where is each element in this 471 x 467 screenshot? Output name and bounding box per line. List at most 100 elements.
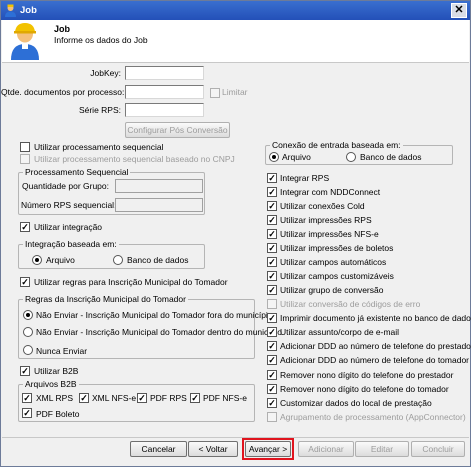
proc-sequencial-checkbox[interactable] [20,142,30,152]
user-icon [5,4,16,17]
regra-dentro-municipio-radio[interactable] [23,327,33,337]
numero-rps-sequencial-input[interactable] [115,198,203,212]
wizard-header: Job Informe os dados do Job [2,20,469,63]
ddd-prestador-checkbox[interactable]: ✓ [267,341,277,351]
impressoes-boletos-label: Utilizar impressões de boletos [280,243,394,253]
serie-rps-input[interactable] [125,103,204,117]
conexoes-cold-checkbox[interactable]: ✓ [267,201,277,211]
proc-sequencial-cnpj-checkbox[interactable] [20,154,30,164]
job-window: Job ✕ Job Informe os dados do Job JobKey… [0,0,471,467]
close-button[interactable]: ✕ [451,3,467,18]
local-prestacao-label: Customizar dados do local de prestação [280,398,432,408]
impressoes-rps-label: Utilizar impressões RPS [280,215,372,225]
jobkey-input[interactable] [125,66,204,80]
header-title: Job [54,24,71,34]
campos-customizaveis-checkbox[interactable]: ✓ [267,271,277,281]
regras-inscricao-checkbox[interactable]: ✓ [20,277,30,287]
integracao-banco-label: Banco de dados [127,255,189,265]
integrar-nddconnect-checkbox[interactable]: ✓ [267,187,277,197]
conexao-banco-radio[interactable] [346,152,356,162]
pdf-rps-checkbox[interactable]: ✓ [137,393,147,403]
pdf-rps-label: PDF RPS [150,393,187,403]
agrupamento-appconnector-label: Agrupamento de processamento (AppConnect… [280,412,466,422]
regra-fora-municipio-radio[interactable] [23,310,33,320]
imprimir-documento-existente-label: Imprimir documento já existente no banco… [280,313,471,323]
header-subtitle: Informe os dados do Job [54,35,148,45]
pdf-boleto-checkbox[interactable]: ✓ [22,408,32,418]
configurar-pos-conversao-button[interactable]: Configurar Pós Conversão [125,122,230,138]
proc-sequencial-cnpj-label: Utilizar processamento sequencial basead… [34,154,235,164]
ddd-prestador-label: Adicionar DDD ao número de telefone do p… [280,341,471,351]
conexao-entrada-caption: Conexão de entrada baseada em: [270,140,403,151]
nono-digito-prestador-checkbox[interactable]: ✓ [267,370,277,380]
impressoes-nfse-checkbox[interactable]: ✓ [267,229,277,239]
xml-nfse-label: XML NFS-e [92,393,137,403]
campos-automaticos-checkbox[interactable]: ✓ [267,257,277,267]
voltar-button[interactable]: < Voltar [188,441,238,457]
integracao-arquivo-label: Arquivo [46,255,75,265]
footer-separator [2,437,469,438]
integracao-baseada-caption: Integração baseada em: [23,239,119,250]
arquivos-b2b-caption: Arquivos B2B [23,379,79,390]
utilizar-b2b-label: Utilizar B2B [34,366,79,376]
conversao-codigos-erro-checkbox[interactable] [267,299,277,309]
conexao-arquivo-label: Arquivo [282,152,311,162]
regras-inscricao-caption: Regras da Inscrição Municipal do Tomador [23,294,188,305]
limitar-checkbox[interactable] [210,88,220,98]
worker-icon [11,23,39,60]
campos-automaticos-label: Utilizar campos automáticos [280,257,387,267]
pdf-nfse-label: PDF NFS-e [203,393,247,403]
impressoes-nfse-label: Utilizar impressões NFS-e [280,229,379,239]
xml-rps-checkbox[interactable]: ✓ [22,393,32,403]
campos-customizaveis-label: Utilizar campos customizáveis [280,271,394,281]
conexoes-cold-label: Utilizar conexões Cold [280,201,365,211]
conversao-codigos-erro-label: Utilizar conversão de códigos de erro [280,299,421,309]
serie-rps-label: Série RPS: [78,105,121,115]
window-title: Job [20,5,37,16]
impressoes-rps-checkbox[interactable]: ✓ [267,215,277,225]
utilizar-integracao-checkbox[interactable]: ✓ [20,222,30,232]
cancelar-button[interactable]: Cancelar [130,441,187,457]
regra-nunca-enviar-radio[interactable] [23,345,33,355]
impressoes-boletos-checkbox[interactable]: ✓ [267,243,277,253]
ddd-tomador-checkbox[interactable]: ✓ [267,355,277,365]
xml-rps-label: XML RPS [36,393,74,403]
nono-digito-tomador-label: Remover nono dígito do telefone do tomad… [280,384,449,394]
adicionar-button[interactable]: Adicionar [298,441,354,457]
imprimir-documento-existente-checkbox[interactable]: ✓ [267,313,277,323]
regras-inscricao-label: Utilizar regras para Inscrição Municipal… [34,277,228,287]
utilizar-integracao-label: Utilizar integração [34,222,103,232]
integrar-rps-checkbox[interactable]: ✓ [267,173,277,183]
concluir-button[interactable]: Concluir [411,441,465,457]
qtde-documentos-label: Qtde. documentos por processo: [1,87,125,97]
avancar-button[interactable]: Avançar > [245,441,291,457]
assunto-corpo-email-label: Utilizar assunto/corpo de e-mail [280,327,400,337]
integracao-banco-radio[interactable] [113,255,123,265]
xml-nfse-checkbox[interactable]: ✓ [79,393,89,403]
processamento-sequencial-caption: Processamento Sequencial [23,167,131,178]
integracao-arquivo-radio[interactable] [32,255,42,265]
regra-fora-municipio-label: Não Enviar - Inscrição Municipal do Toma… [36,310,273,320]
editar-button[interactable]: Editar [355,441,409,457]
conexao-arquivo-radio[interactable] [269,152,279,162]
utilizar-b2b-checkbox[interactable]: ✓ [20,366,30,376]
qtd-grupo-label: Quantidade por Grupo: [22,181,109,191]
assunto-corpo-email-checkbox[interactable]: ✓ [267,327,277,337]
title-bar[interactable]: Job ✕ [1,1,470,20]
conexao-banco-label: Banco de dados [360,152,422,162]
proc-sequencial-label: Utilizar processamento sequencial [34,142,164,152]
limitar-label: Limitar [222,87,248,97]
qtd-grupo-input[interactable] [115,179,203,193]
nono-digito-tomador-checkbox[interactable]: ✓ [267,384,277,394]
qtde-documentos-input[interactable] [125,85,204,99]
agrupamento-appconnector-checkbox[interactable] [267,412,277,422]
grupo-conversao-label: Utilizar grupo de conversão [280,285,384,295]
grupo-conversao-checkbox[interactable]: ✓ [267,285,277,295]
integrar-nddconnect-label: Integrar com NDDConnect [280,187,381,197]
pdf-nfse-checkbox[interactable]: ✓ [190,393,200,403]
regra-nunca-enviar-label: Nunca Enviar [36,346,88,356]
pdf-boleto-label: PDF Boleto [36,409,80,419]
local-prestacao-checkbox[interactable]: ✓ [267,398,277,408]
jobkey-label: JobKey: [90,68,121,78]
ddd-tomador-label: Adicionar DDD ao número de telefone do t… [280,355,469,365]
